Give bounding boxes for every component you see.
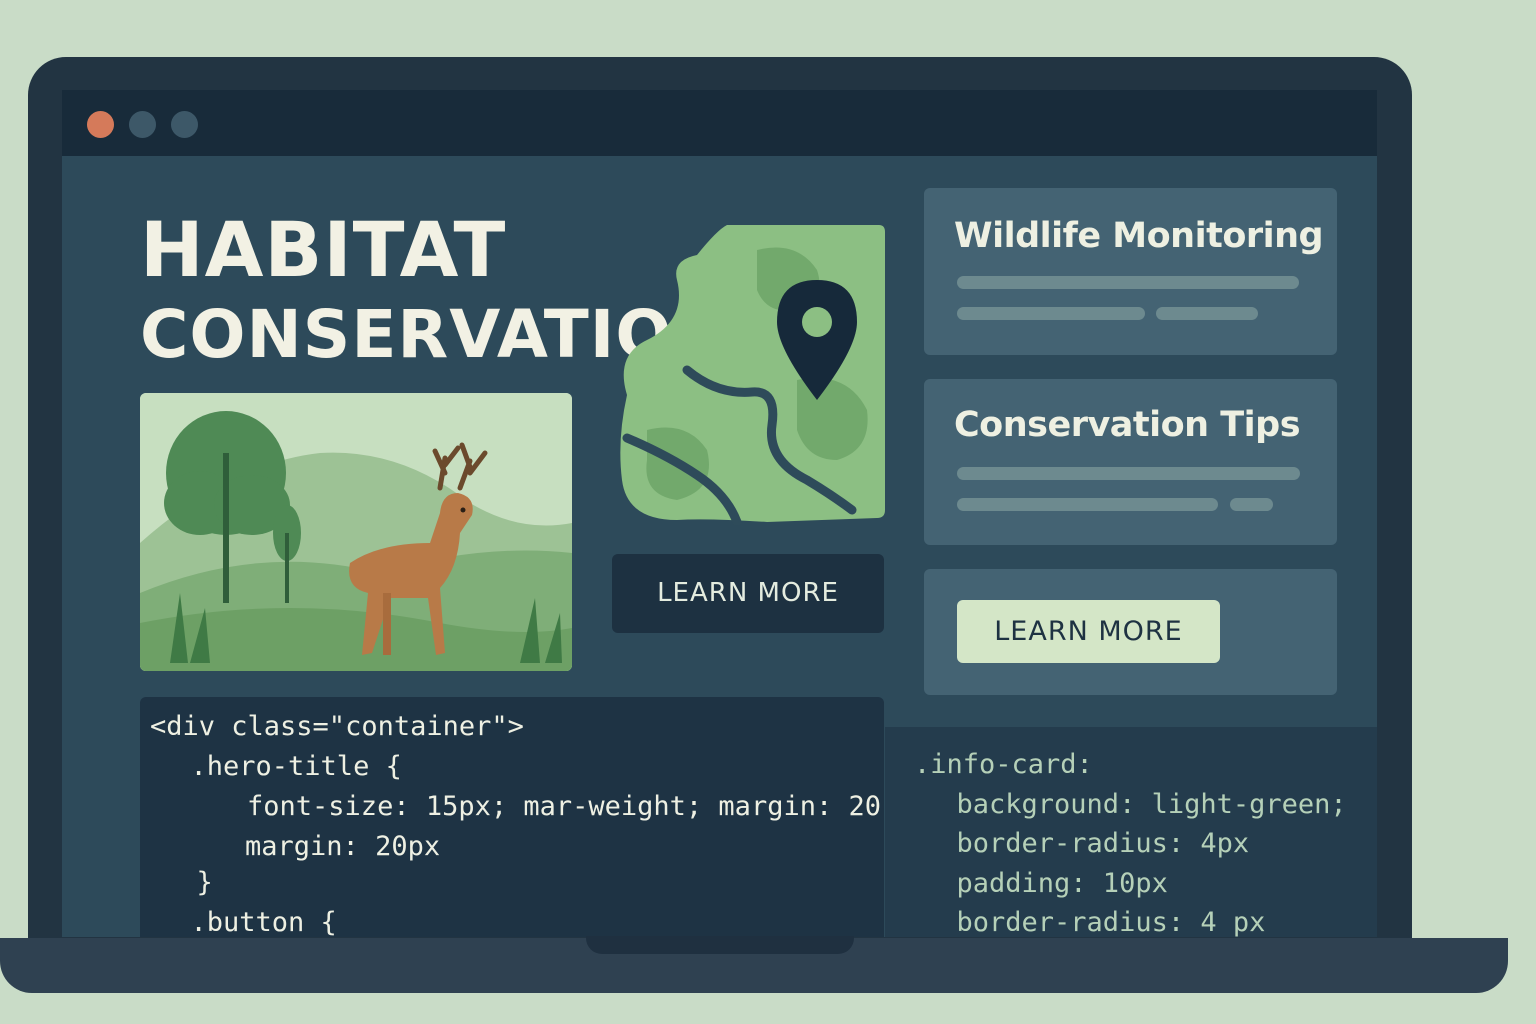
info-card-cta: LEARN MORE [924,569,1337,695]
learn-more-button-secondary[interactable]: LEARN MORE [957,600,1220,663]
code-line: } [164,867,213,898]
text-placeholder-bar [957,276,1299,289]
minimize-dot[interactable] [129,111,156,138]
browser-window: HABITAT CONSERVATION LEARN MORE Wildlife… [62,90,1377,937]
close-dot[interactable] [87,111,114,138]
text-placeholder-bar [1230,498,1273,511]
learn-more-button[interactable]: LEARN MORE [612,554,884,633]
code-line: background: light-green; [924,789,1347,820]
text-placeholder-bar [957,467,1300,480]
code-line: border-radius: 4 px [924,907,1266,937]
info-card-conservation-tips[interactable]: Conservation Tips [924,379,1337,545]
code-line: font-size: 15px; mar-weight; margin: 20; [182,791,898,822]
code-line: border-radius: 4px [924,828,1250,859]
code-line: padding: 10px [924,868,1168,899]
code-line: .hero-title { [158,751,402,782]
text-placeholder-bar [957,307,1145,320]
maximize-dot[interactable] [171,111,198,138]
code-line: margin: 20px [180,831,441,862]
window-titlebar [62,90,1377,156]
code-line: .info-card: [914,749,1093,780]
deer-illustration [140,393,572,671]
laptop-notch [586,936,854,954]
code-panel-html: <div class="container"> .hero-title { fo… [140,697,897,937]
code-panel-css: .info-card: background: light-green; bor… [885,727,1377,937]
card-title: Conservation Tips [954,405,1301,445]
text-placeholder-bar [1156,307,1258,320]
text-placeholder-bar [957,498,1218,511]
map-icon[interactable] [617,220,887,527]
info-card-wildlife-monitoring[interactable]: Wildlife Monitoring [924,188,1337,355]
code-line: .button { [158,907,337,937]
code-line: <div class="container"> [150,711,524,742]
card-title: Wildlife Monitoring [954,216,1324,256]
